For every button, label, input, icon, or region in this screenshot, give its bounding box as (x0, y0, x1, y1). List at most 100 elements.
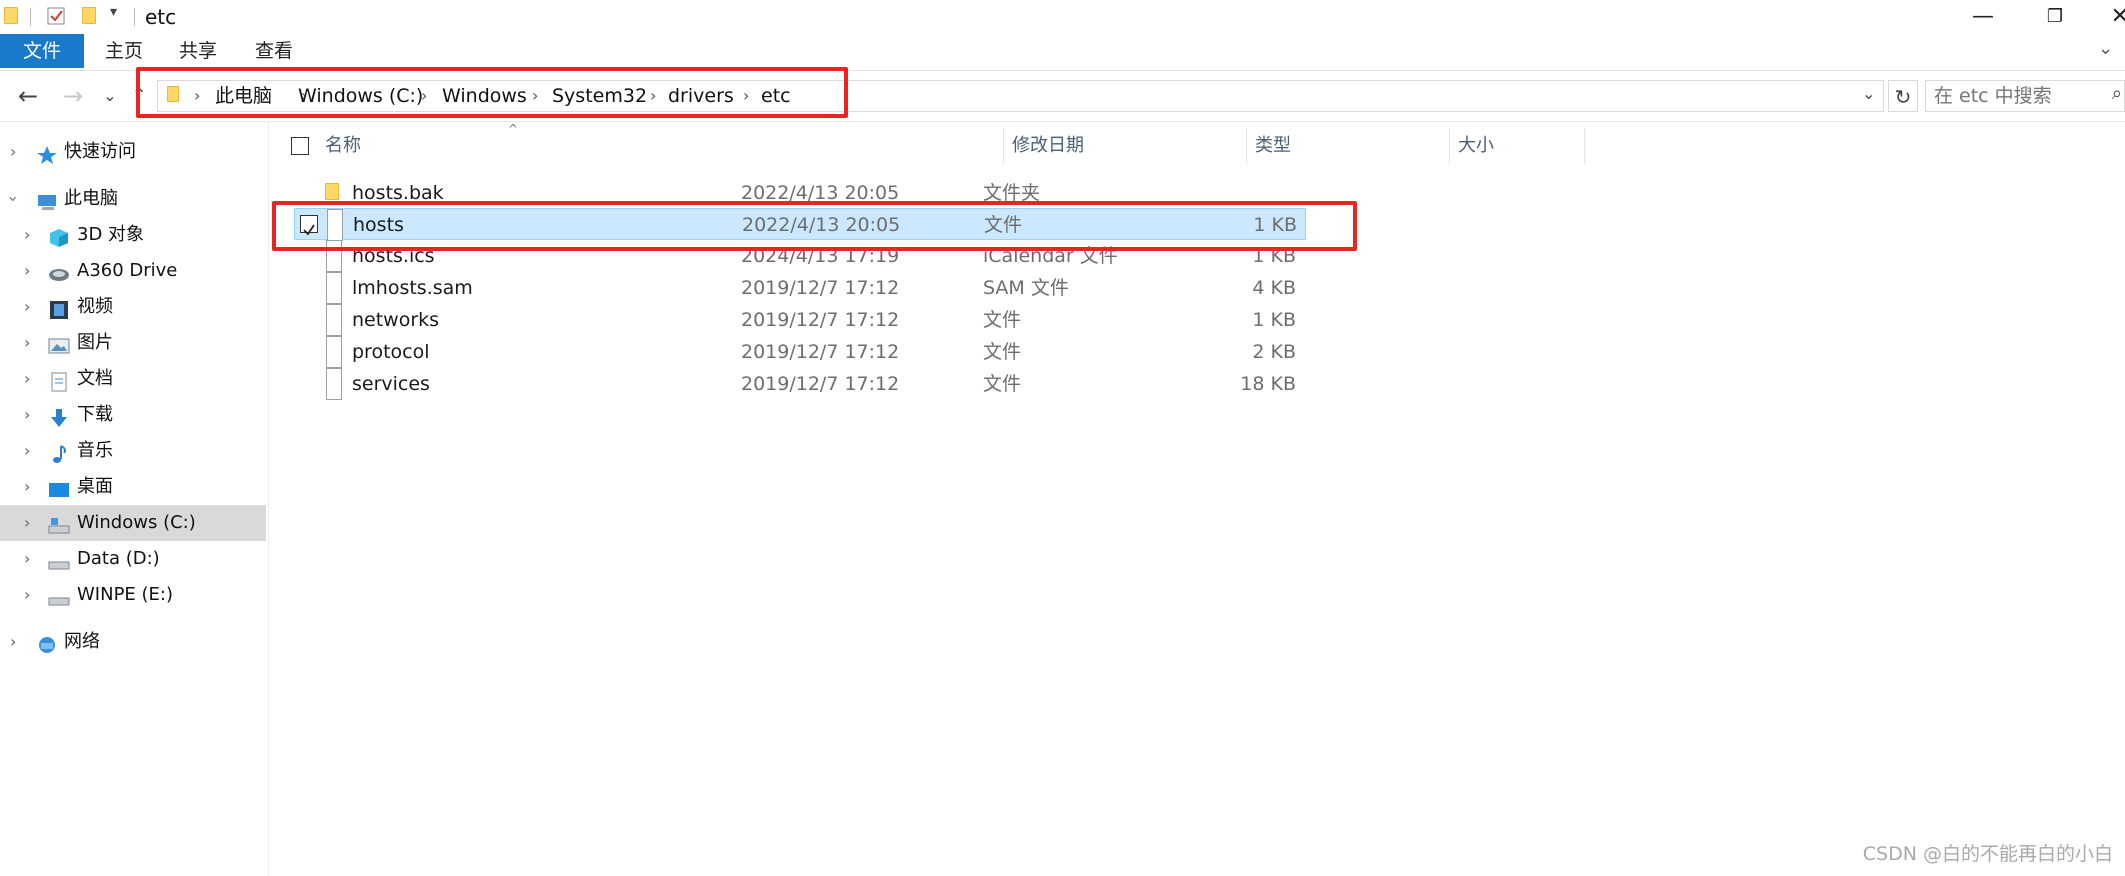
search-box[interactable]: ⌕ (1925, 80, 2125, 112)
network-icon (36, 632, 58, 653)
chevron-right-icon[interactable]: › (10, 624, 16, 660)
sidebar-item-drive-c[interactable]: › Windows (C:) (0, 505, 266, 541)
chevron-right-icon[interactable]: › (24, 289, 30, 325)
divider (134, 8, 135, 26)
drive-icon (48, 549, 70, 570)
file-row[interactable]: lmhosts.sam 2019/12/7 17:12 SAM 文件 4 KB (294, 272, 1306, 304)
navigation-pane: › 快速访问 › 此电脑 › 3D 对象 › A360 Drive › 视频 ›… (0, 122, 269, 876)
chevron-right-icon[interactable]: › (24, 433, 30, 469)
back-button[interactable]: ← (13, 79, 43, 113)
divider (30, 8, 31, 26)
file-name: protocol (352, 341, 430, 363)
desktop-icon (48, 477, 70, 497)
close-icon[interactable]: ✕ (2100, 2, 2125, 32)
star-icon (36, 142, 58, 164)
properties-icon[interactable] (47, 7, 65, 25)
customize-toolbar-icon[interactable]: ▾ (110, 4, 117, 20)
sidebar-item-drive-d[interactable]: › Data (D:) (0, 541, 266, 577)
chevron-down-icon[interactable]: › (0, 196, 31, 202)
sidebar-item-label: 快速访问 (64, 141, 136, 162)
file-size: 2 KB (1252, 341, 1296, 363)
chevron-right-icon[interactable]: › (24, 325, 30, 361)
column-name[interactable]: 名称 (317, 128, 1004, 164)
chevron-right-icon[interactable]: › (10, 134, 16, 170)
sidebar-item-a360-drive[interactable]: › A360 Drive (0, 253, 266, 289)
file-size: 18 KB (1240, 373, 1296, 395)
tab-home[interactable]: 主页 (96, 34, 152, 68)
recent-locations-icon[interactable]: ⌄ (95, 79, 125, 113)
search-input[interactable] (1926, 81, 2116, 111)
sidebar-item-music[interactable]: › 音乐 (0, 433, 266, 469)
chevron-right-icon[interactable]: › (24, 469, 30, 505)
sidebar-item-quick-access[interactable]: › 快速访问 (0, 134, 266, 170)
computer-icon (36, 189, 58, 210)
sidebar-item-network[interactable]: › 网络 (0, 624, 266, 660)
file-type: SAM 文件 (983, 277, 1069, 299)
sidebar-item-label: 音乐 (77, 440, 113, 461)
sidebar-item-label: 3D 对象 (77, 224, 145, 245)
sidebar-item-desktop[interactable]: › 桌面 (0, 469, 266, 505)
column-type[interactable]: 类型 (1247, 128, 1450, 164)
sidebar-item-videos[interactable]: › 视频 (0, 289, 266, 325)
column-date-modified[interactable]: 修改日期 (1004, 128, 1247, 164)
file-size: 4 KB (1252, 277, 1296, 299)
file-size: 1 KB (1252, 309, 1296, 331)
sidebar-item-downloads[interactable]: › 下载 (0, 397, 266, 433)
tab-view[interactable]: 查看 (246, 34, 302, 68)
chevron-right-icon[interactable]: › (24, 541, 30, 577)
sidebar-item-drive-e[interactable]: › WINPE (E:) (0, 577, 266, 613)
drive-icon (48, 585, 70, 606)
chevron-right-icon[interactable]: › (24, 577, 30, 613)
file-name: lmhosts.sam (352, 277, 473, 299)
tab-share[interactable]: 共享 (170, 34, 226, 68)
refresh-icon[interactable]: ↻ (1888, 80, 1918, 112)
drive-icon (48, 513, 70, 534)
tab-file[interactable]: 文件 (0, 34, 84, 68)
sidebar-item-3d-objects[interactable]: › 3D 对象 (0, 217, 266, 253)
file-date: 2019/12/7 17:12 (741, 373, 900, 395)
restore-icon[interactable]: ❐ (2035, 2, 2075, 32)
sidebar-item-label: Windows (C:) (77, 512, 196, 533)
ribbon-tabs: 文件 主页 共享 查看 ⌄ (0, 34, 2125, 71)
sidebar-item-pictures[interactable]: › 图片 (0, 325, 266, 361)
file-row[interactable]: services 2019/12/7 17:12 文件 18 KB (294, 368, 1306, 400)
file-type: 文件 (983, 373, 1022, 395)
file-icon (326, 304, 342, 336)
minimize-icon[interactable]: — (1963, 2, 2003, 32)
folder-icon (4, 7, 20, 25)
new-folder-icon[interactable] (82, 7, 98, 25)
address-history-icon[interactable]: ⌄ (1862, 84, 1875, 103)
file-date: 2019/12/7 17:12 (741, 277, 900, 299)
sidebar-item-label: 网络 (64, 631, 100, 652)
forward-button[interactable]: → (58, 79, 88, 113)
column-size[interactable]: 大小 (1450, 128, 1585, 164)
title-bar: ▾ etc — ❐ ✕ (0, 0, 2125, 34)
chevron-right-icon[interactable]: › (24, 217, 30, 253)
expand-ribbon-icon[interactable]: ⌄ (2098, 38, 2113, 59)
search-icon[interactable]: ⌕ (2112, 83, 2122, 104)
sidebar-item-label: Data (D:) (77, 548, 160, 569)
file-row[interactable]: protocol 2019/12/7 17:12 文件 2 KB (294, 336, 1306, 368)
annotation-box-hosts (272, 201, 1357, 251)
select-all-checkbox[interactable] (291, 137, 309, 155)
annotation-box-address (136, 67, 848, 118)
chevron-right-icon[interactable]: › (24, 361, 30, 397)
sidebar-item-label: 视频 (77, 296, 113, 317)
chevron-right-icon[interactable]: › (24, 397, 30, 433)
sidebar-item-label: A360 Drive (77, 260, 178, 281)
file-icon (326, 272, 342, 304)
sidebar-item-documents[interactable]: › 文档 (0, 361, 266, 397)
music-icon (48, 441, 70, 463)
sidebar-item-label: 此电脑 (64, 188, 118, 209)
file-name: networks (352, 309, 440, 331)
sidebar-item-label: 下载 (77, 404, 113, 425)
file-type: 文件 (983, 341, 1022, 363)
file-row[interactable]: networks 2019/12/7 17:12 文件 1 KB (294, 304, 1306, 336)
chevron-right-icon[interactable]: › (24, 505, 30, 541)
sidebar-item-label: 图片 (77, 332, 113, 353)
file-icon (326, 336, 342, 368)
cloud-drive-icon (48, 261, 70, 281)
chevron-right-icon[interactable]: › (24, 253, 30, 289)
file-date: 2019/12/7 17:12 (741, 309, 900, 331)
sidebar-item-this-pc[interactable]: › 此电脑 (0, 181, 266, 217)
